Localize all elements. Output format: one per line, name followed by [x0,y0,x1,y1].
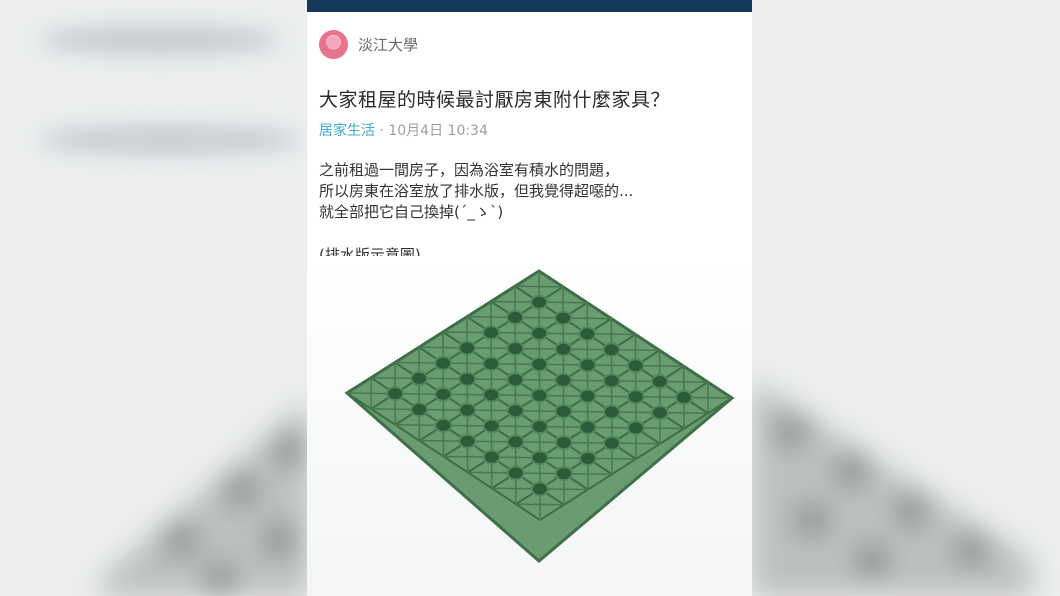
drain-hole [554,466,573,482]
drain-hole [506,372,525,388]
drain-hole [626,389,645,405]
drain-hole [650,405,669,421]
app-top-bar [307,0,752,12]
drain-hole [410,402,429,417]
drain-hole [458,402,477,418]
post-datetime: 10月4日 10:34 [388,123,488,139]
drain-hole [530,388,549,403]
drain-hole [578,450,597,466]
drain-hole [458,340,477,356]
avatar-icon[interactable] [319,29,348,59]
drain-hole [434,355,453,371]
drain-hole [434,417,453,433]
post-body: 之前租過一間房子，因為浴室有積水的問題， 所以房東在浴室放了排水版，但我覺得超噁… [319,160,752,223]
drainage-mat-image [344,269,735,563]
drain-hole [506,403,525,419]
blurred-mat-left [100,400,310,596]
drain-hole [506,309,525,325]
drain-hole [578,388,597,404]
drain-hole [626,358,645,374]
drain-hole [506,341,525,356]
drain-hole [578,419,597,435]
drain-hole [482,356,501,372]
drain-hole [530,325,549,341]
drain-hole [482,325,501,341]
drain-hole [482,418,501,434]
post-title: 大家租屋的時候最討厭房東附什麼家具？ [319,89,671,111]
drain-hole [386,386,405,402]
drain-hole [530,481,549,497]
post-body-line: 所以房東在浴室放了排水版，但我覺得超噁的... [319,182,634,200]
drain-hole [530,294,549,310]
drain-hole [554,341,573,357]
post-screenshot: 淡江大學 大家租屋的時候最討厭房東附什麼家具？ 居家生活 · 10月4日 10:… [307,0,752,596]
post-header: 淡江大學 [319,29,752,59]
drain-hole [602,342,621,358]
blurred-text-shape [40,25,280,55]
drain-hole [482,387,501,403]
drain-hole [530,356,549,372]
drain-hole [458,371,477,387]
drain-hole [626,420,645,436]
drain-hole [530,419,549,435]
drain-hole [602,404,621,420]
drain-hole [554,403,573,419]
drain-hole [434,386,453,402]
drain-hole [602,373,621,389]
drain-hole [530,450,549,466]
drain-hole [458,433,477,449]
post-body-line: 之前租過一間房子，因為浴室有積水的問題， [319,161,620,179]
drain-hole [578,357,597,373]
post-meta: 居家生活 · 10月4日 10:34 [319,120,752,140]
meta-separator: · [379,123,384,139]
drain-hole [554,310,573,326]
drain-hole [554,435,573,450]
drain-hole [674,389,693,405]
drain-hole [650,374,669,389]
category-link[interactable]: 居家生活 [319,123,375,139]
drain-hole [554,372,573,388]
drain-hole [602,435,621,451]
school-name[interactable]: 淡江大學 [358,34,418,55]
drain-hole [578,326,597,342]
drain-hole [410,370,429,386]
drain-hole [506,465,525,481]
post-image[interactable] [307,256,752,596]
post-body-line: 就全部把它自己換掉(´_ゝ`) [319,203,504,221]
drain-hole [482,449,501,465]
drain-hole [506,434,525,450]
blurred-text-shape [40,125,300,155]
blurred-mat-right [752,380,1032,596]
